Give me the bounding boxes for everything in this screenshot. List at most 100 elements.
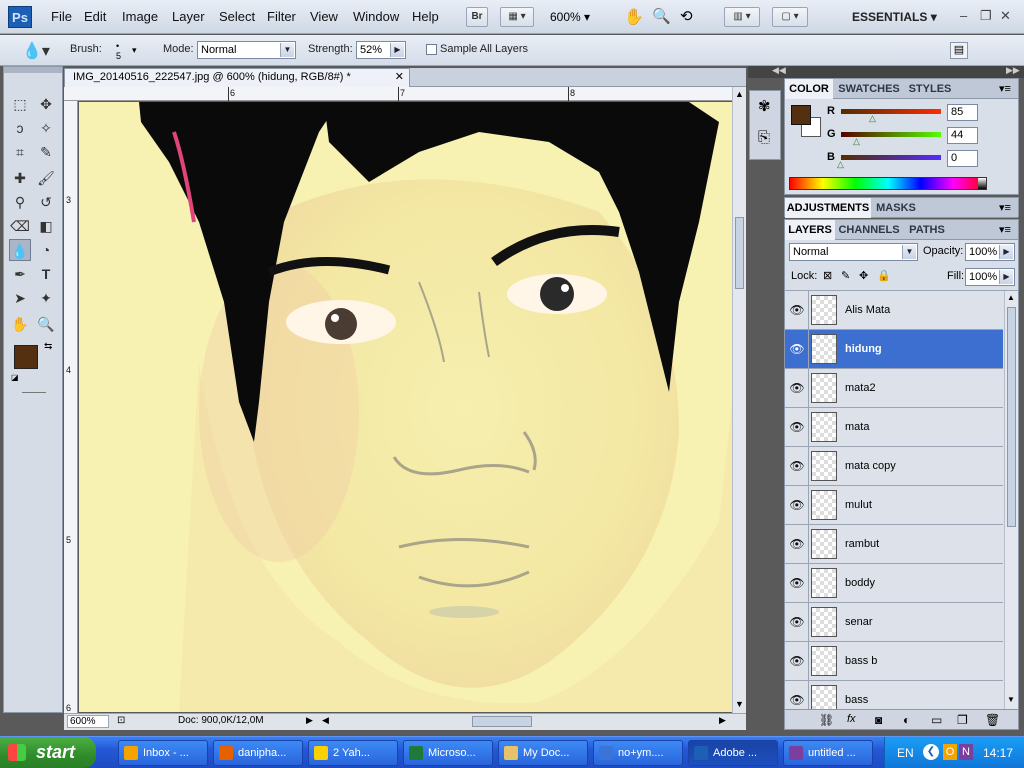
dodge-tool-icon[interactable]: ◔ <box>35 239 57 261</box>
document-tab[interactable]: IMG_20140516_222547.jpg @ 600% (hidung, … <box>64 68 410 87</box>
canvas-vertical-scrollbar[interactable]: ▲ ▼ <box>732 87 746 713</box>
layer-row[interactable]: 👁 boddy <box>785 564 1003 603</box>
tab-color[interactable]: COLOR <box>785 79 833 99</box>
history-brush-tool-icon[interactable]: ↺ <box>35 191 57 213</box>
menu-edit[interactable]: Edit <box>84 9 106 24</box>
gradient-tool-icon[interactable]: ◧ <box>35 215 57 237</box>
tab-layers[interactable]: LAYERS <box>785 220 835 240</box>
lasso-tool-icon[interactable]: ↄ <box>9 117 31 139</box>
taskbar-item[interactable]: Inbox - ... <box>118 740 208 766</box>
scroll-down-icon[interactable]: ▼ <box>735 699 744 709</box>
scroll-up-icon[interactable]: ▲ <box>735 89 744 99</box>
tab-swatches[interactable]: SWATCHES <box>835 79 903 99</box>
layer-row[interactable]: 👁 hidung <box>785 330 1003 369</box>
quick-mask-icon[interactable] <box>22 392 46 393</box>
panel-menu-icon[interactable]: ▾≡ <box>999 223 1011 236</box>
tray-arrow-icon[interactable]: ❮ <box>923 744 939 760</box>
tab-paths[interactable]: PATHS <box>903 220 951 240</box>
close-button[interactable]: ✕ <box>1000 8 1011 24</box>
marquee-tool-icon[interactable]: ⬚ <box>9 93 31 115</box>
swap-colors-icon[interactable]: ⇆ <box>44 341 52 352</box>
taskbar-item[interactable]: no+ym.... <box>593 740 683 766</box>
layers-scrollbar[interactable]: ▲ ▼ <box>1004 291 1018 709</box>
scroll-down-icon[interactable]: ▼ <box>1007 695 1015 704</box>
eyedropper-tool-icon[interactable]: ✎ <box>35 141 57 163</box>
foreground-color-swatch[interactable] <box>791 105 811 125</box>
brush-picker[interactable]: • 5 ▾ <box>110 39 140 63</box>
arrange-documents-button[interactable]: ▥ ▾ <box>724 7 760 27</box>
taskbar-item[interactable]: Adobe ... <box>688 740 778 766</box>
menu-view[interactable]: View <box>310 9 338 24</box>
preview-icon[interactable]: ⊡ <box>117 715 125 726</box>
panel-menu-icon[interactable]: ▾≡ <box>999 201 1011 214</box>
lock-transparency-icon[interactable]: ⊠ <box>823 269 832 282</box>
screen-mode-button[interactable]: ▢ ▾ <box>772 7 808 27</box>
visibility-eye-icon[interactable]: 👁 <box>789 303 805 317</box>
tab-styles[interactable]: STYLES <box>905 79 955 99</box>
visibility-eye-icon[interactable]: 👁 <box>789 654 805 668</box>
menu-file[interactable]: File <box>51 9 72 24</box>
visibility-eye-icon[interactable]: 👁 <box>789 498 805 512</box>
magic-wand-tool-icon[interactable]: ✧ <box>35 117 57 139</box>
blur-tool-preset-icon[interactable]: 💧▾ <box>22 41 50 61</box>
zoom-field[interactable]: 600% <box>67 715 109 728</box>
hand-tool-icon[interactable]: ✋ <box>9 313 31 335</box>
taskbar-item[interactable]: Microso... <box>403 740 493 766</box>
horizontal-scroll-thumb[interactable] <box>472 716 532 727</box>
g-value-input[interactable]: 44 <box>947 127 978 144</box>
tab-masks[interactable]: MASKS <box>873 198 919 218</box>
clone-source-panel-icon[interactable]: ⎘ <box>758 129 770 146</box>
link-layers-icon[interactable]: ⛓ <box>819 713 834 727</box>
panel-toggle-icon[interactable]: ▤ <box>950 42 968 59</box>
crop-tool-icon[interactable]: ⌗ <box>9 141 31 163</box>
restore-button[interactable]: ❐ <box>980 8 992 24</box>
scroll-right-icon[interactable]: ▶ <box>719 715 726 726</box>
layer-row[interactable]: 👁 mata copy <box>785 447 1003 486</box>
scroll-left-icon[interactable]: ◀ <box>322 715 329 726</box>
visibility-eye-icon[interactable]: 👁 <box>789 381 805 395</box>
hand-tool-icon[interactable]: ✋ <box>624 7 644 27</box>
visibility-eye-icon[interactable]: 👁 <box>789 537 805 551</box>
zoom-tool-icon[interactable]: 🔍 <box>652 7 671 25</box>
tab-channels[interactable]: CHANNELS <box>837 220 901 240</box>
bridge-button[interactable]: Br <box>466 7 488 27</box>
b-value-input[interactable]: 0 <box>947 150 978 167</box>
layer-row[interactable]: 👁 mata2 <box>785 369 1003 408</box>
sample-all-layers-checkbox[interactable] <box>426 44 437 55</box>
color-spectrum-ramp[interactable] <box>789 177 987 190</box>
layer-row[interactable]: 👁 mata <box>785 408 1003 447</box>
type-tool-icon[interactable]: T <box>35 263 57 285</box>
tray-app-icon[interactable]: O <box>943 744 957 760</box>
visibility-eye-icon[interactable]: 👁 <box>789 342 805 356</box>
scroll-thumb[interactable] <box>1007 307 1016 527</box>
menu-window[interactable]: Window <box>353 9 399 24</box>
rotate-view-icon[interactable]: ⟲ <box>680 7 693 25</box>
fx-icon[interactable]: fx <box>847 713 856 725</box>
language-indicator[interactable]: EN <box>897 746 914 760</box>
mode-select[interactable]: Normal ▼ <box>197 41 296 59</box>
blend-mode-select[interactable]: Normal ▼ <box>789 243 918 261</box>
pen-tool-icon[interactable]: ✒ <box>9 263 31 285</box>
clone-stamp-tool-icon[interactable]: ⚲ <box>9 191 31 213</box>
menu-select[interactable]: Select <box>219 9 255 24</box>
new-group-icon[interactable]: ▭ <box>931 713 942 727</box>
menu-layer[interactable]: Layer <box>172 9 205 24</box>
r-slider[interactable] <box>841 109 941 114</box>
r-value-input[interactable]: 85 <box>947 104 978 121</box>
visibility-eye-icon[interactable]: 👁 <box>789 459 805 473</box>
lock-position-icon[interactable]: ✥ <box>859 269 868 282</box>
dock-collapse-bar[interactable]: ◀◀ ▶▶ <box>748 65 1024 78</box>
visibility-eye-icon[interactable]: 👁 <box>789 615 805 629</box>
scroll-up-icon[interactable]: ▲ <box>1007 293 1015 302</box>
opacity-input[interactable]: 100% ▶ <box>965 243 1015 261</box>
new-layer-icon[interactable]: ❐ <box>957 713 968 727</box>
brushes-panel-icon[interactable]: ✾ <box>758 97 771 115</box>
move-tool-icon[interactable]: ✥ <box>35 93 57 115</box>
document-canvas[interactable] <box>79 102 732 712</box>
menu-image[interactable]: Image <box>122 9 158 24</box>
start-button[interactable]: start <box>0 737 96 768</box>
r-slider-handle-icon[interactable]: △ <box>869 113 876 124</box>
b-slider-handle-icon[interactable]: △ <box>837 159 844 170</box>
zoom-tool-icon[interactable]: 🔍 <box>35 313 57 335</box>
taskbar-item[interactable]: untitled ... <box>783 740 873 766</box>
